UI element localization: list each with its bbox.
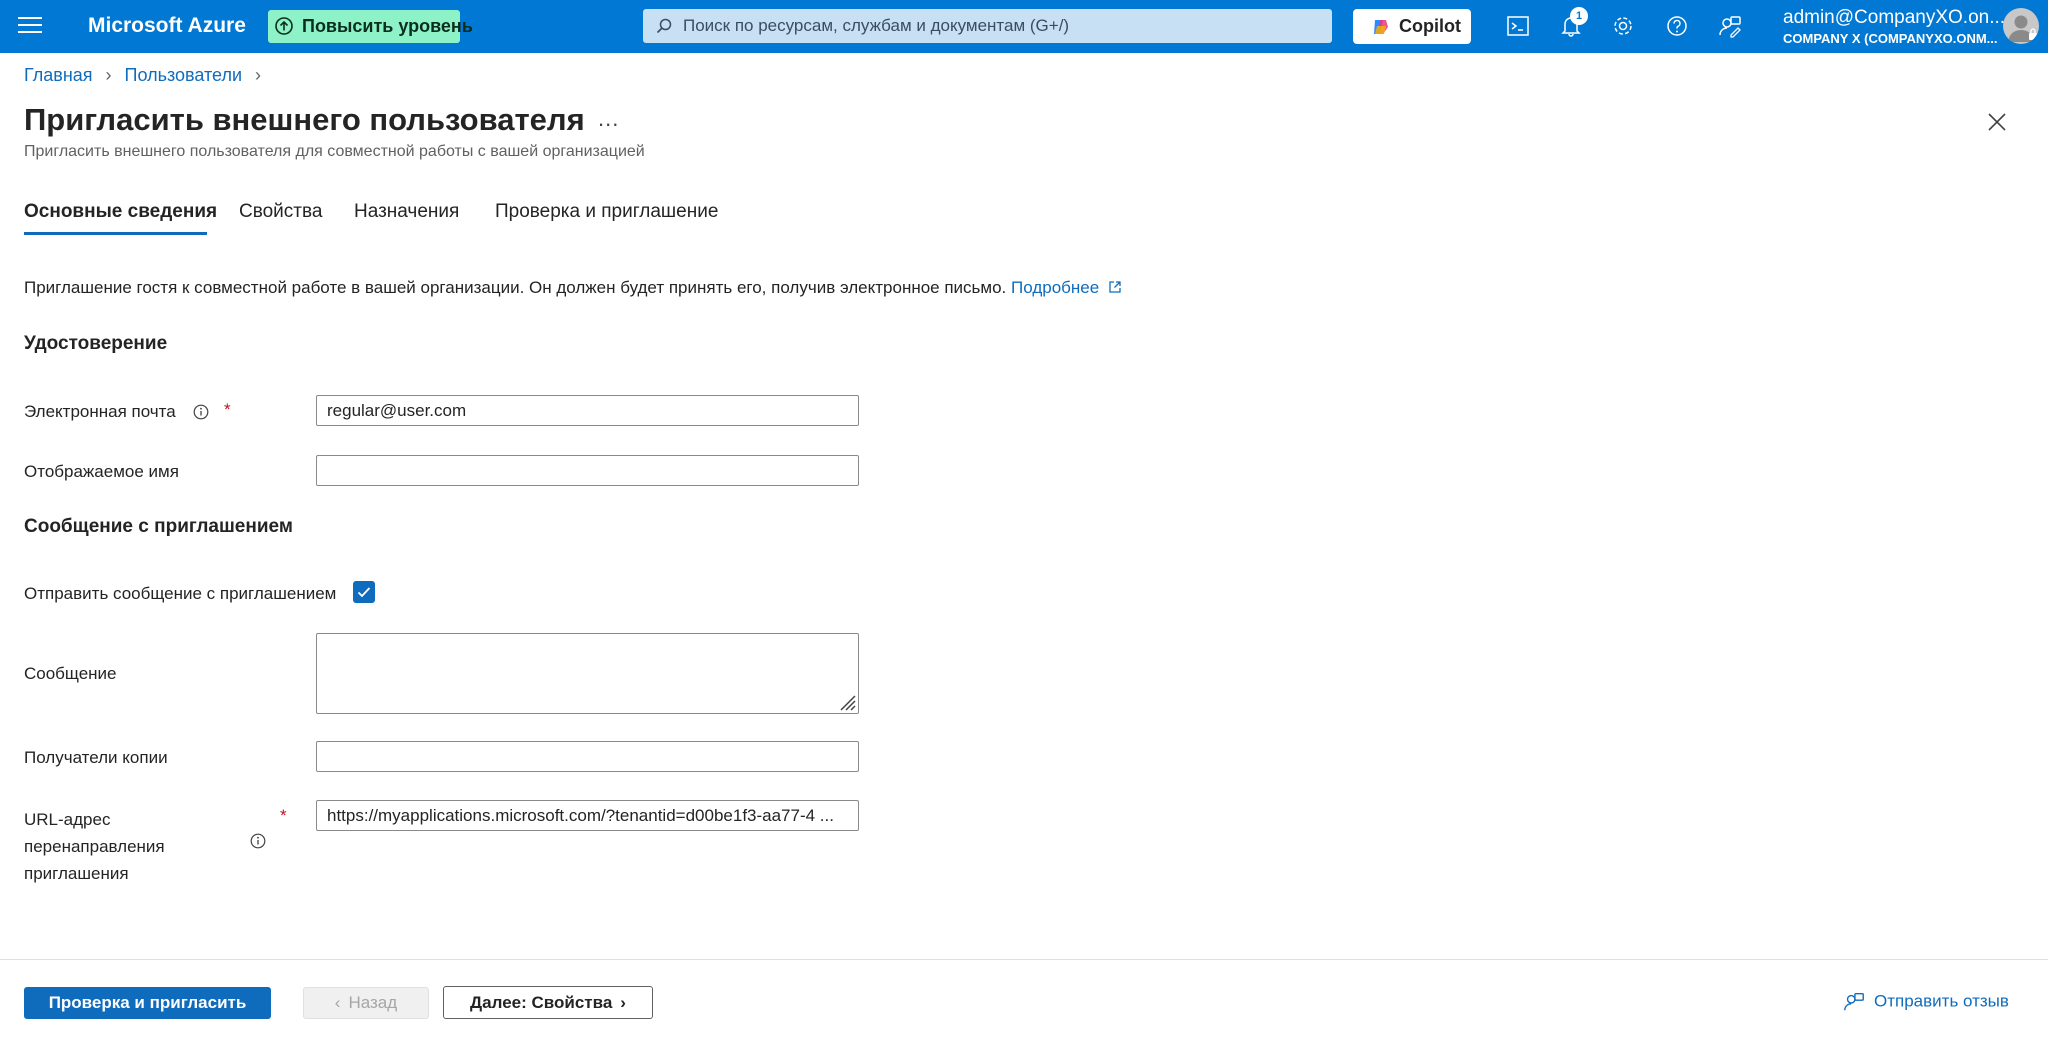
send-feedback-link[interactable]: Отправить отзыв bbox=[1842, 990, 2009, 1014]
breadcrumb-users[interactable]: Пользователи bbox=[125, 65, 242, 85]
back-button[interactable]: ‹ Назад bbox=[303, 987, 429, 1019]
email-label: Электронная почта bbox=[24, 402, 176, 421]
feedback-person-icon bbox=[1844, 993, 1864, 1011]
upgrade-button[interactable]: Повысить уровень bbox=[268, 10, 473, 43]
menu-icon[interactable] bbox=[18, 17, 42, 35]
invitation-heading: Сообщение с приглашением bbox=[24, 516, 293, 537]
send-invite-label: Отправить сообщение с приглашением bbox=[24, 584, 337, 603]
chevron-right-icon: › bbox=[255, 65, 262, 85]
resize-handle-icon[interactable] bbox=[836, 691, 856, 711]
close-icon[interactable] bbox=[1986, 111, 2008, 133]
chevron-right-icon: › bbox=[105, 65, 112, 85]
required-asterisk: * bbox=[280, 806, 287, 825]
search-placeholder: Поиск по ресурсам, службам и документам … bbox=[683, 16, 1070, 35]
intro-text: Приглашение гостя к совместной работе в … bbox=[24, 278, 1122, 298]
send-invite-checkbox[interactable] bbox=[353, 581, 375, 603]
copilot-button[interactable]: Copilot bbox=[1353, 9, 1471, 44]
display-name-label: Отображаемое имя bbox=[24, 462, 179, 481]
tab-review-invite[interactable]: Проверка и приглашение bbox=[495, 201, 718, 223]
page-subtitle: Пригласить внешнего пользователя для сов… bbox=[24, 143, 645, 160]
page-title: Пригласить внешнего пользователя bbox=[24, 102, 585, 137]
tab-properties[interactable]: Свойства bbox=[239, 201, 322, 223]
feedback-person-icon[interactable] bbox=[1717, 13, 1743, 39]
more-options-icon[interactable]: ... bbox=[598, 106, 619, 132]
review-invite-button[interactable]: Проверка и пригласить bbox=[24, 987, 271, 1019]
chevron-left-icon: ‹ bbox=[334, 993, 341, 1012]
copilot-icon bbox=[1374, 20, 1388, 34]
checkmark-icon bbox=[357, 587, 371, 598]
search-icon bbox=[656, 18, 672, 34]
footer-divider bbox=[0, 959, 2048, 960]
tab-basics[interactable]: Основные сведения bbox=[24, 201, 217, 223]
identity-heading: Удостоверение bbox=[24, 333, 168, 354]
account-name[interactable]: admin@CompanyXO.on... bbox=[1783, 7, 2005, 29]
learn-more-link[interactable]: Подробнее bbox=[1011, 278, 1122, 297]
intro-description: Приглашение гостя к совместной работе в … bbox=[24, 278, 1007, 297]
breadcrumb-home[interactable]: Главная bbox=[24, 65, 93, 85]
upgrade-label: Повысить уровень bbox=[302, 16, 473, 36]
cc-recipients-label: Получатели копии bbox=[24, 748, 168, 767]
info-icon[interactable] bbox=[250, 833, 266, 849]
notifications-badge: 1 bbox=[1570, 7, 1588, 25]
top-bar: Microsoft Azure Повысить уровень Поиск п… bbox=[0, 0, 2048, 53]
next-properties-button[interactable]: Далее: Свойства › bbox=[443, 986, 653, 1019]
message-textarea[interactable] bbox=[316, 633, 859, 714]
help-icon[interactable] bbox=[1664, 13, 1690, 39]
avatar[interactable] bbox=[2003, 8, 2039, 44]
message-label: Сообщение bbox=[24, 664, 117, 683]
external-link-icon bbox=[1109, 281, 1121, 293]
chevron-right-icon: › bbox=[620, 992, 626, 1012]
breadcrumb: Главная › Пользователи › bbox=[24, 65, 269, 86]
global-search-input[interactable]: Поиск по ресурсам, службам и документам … bbox=[643, 9, 1332, 43]
user-avatar-icon bbox=[2008, 15, 2037, 42]
display-name-field[interactable] bbox=[316, 455, 859, 486]
info-icon[interactable] bbox=[193, 404, 209, 420]
active-tab-indicator bbox=[24, 232, 207, 235]
cc-recipients-field[interactable] bbox=[316, 741, 859, 772]
upgrade-arrow-icon bbox=[275, 17, 293, 35]
copilot-label: Copilot bbox=[1399, 16, 1461, 36]
redirect-url-label: URL-адрес перенаправления приглашения bbox=[24, 810, 165, 883]
settings-gear-icon[interactable] bbox=[1610, 13, 1636, 39]
cloud-shell-icon[interactable] bbox=[1505, 13, 1531, 39]
required-asterisk: * bbox=[224, 400, 231, 419]
email-field[interactable]: regular@user.com bbox=[316, 395, 859, 426]
redirect-url-field[interactable]: https://myapplications.microsoft.com/?te… bbox=[316, 800, 859, 831]
account-tenant[interactable]: COMPANY X (COMPANYXO.ONM... bbox=[1783, 31, 1998, 46]
tab-assignments[interactable]: Назначения bbox=[354, 201, 459, 223]
brand-link[interactable]: Microsoft Azure bbox=[88, 14, 246, 38]
